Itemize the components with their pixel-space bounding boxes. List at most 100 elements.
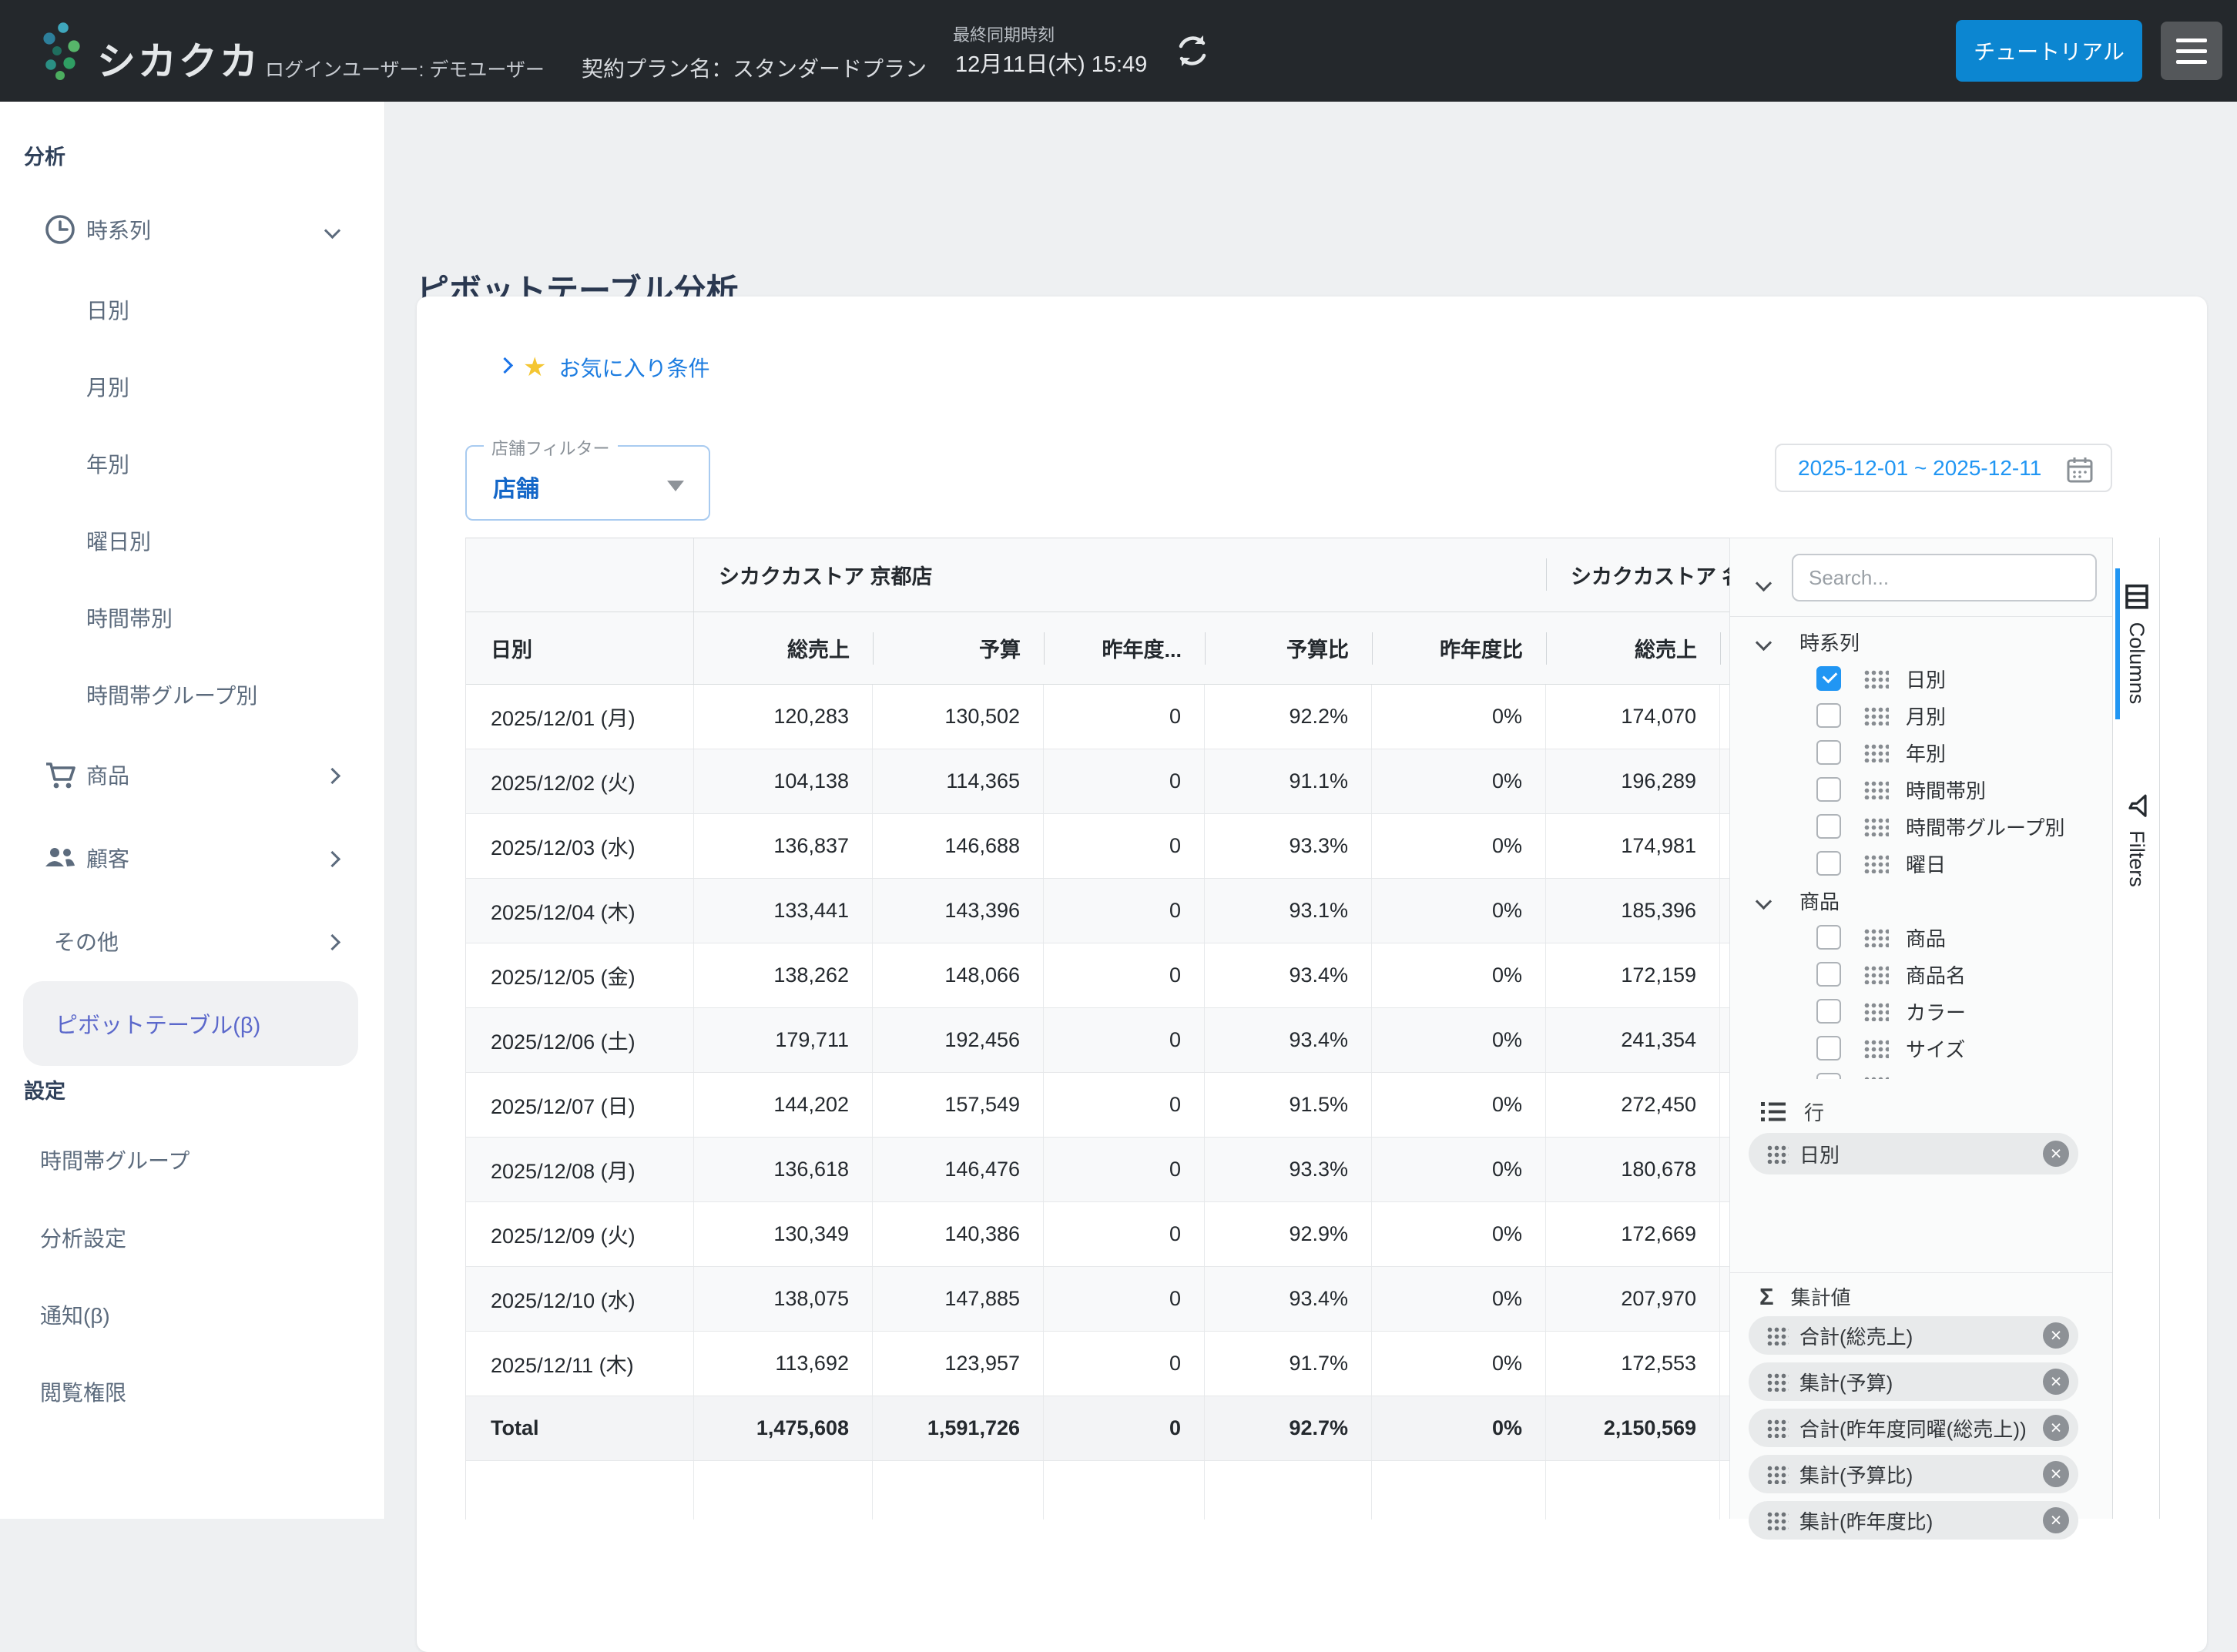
store-filter-select[interactable]: 店舗フィルター 店舗 — [465, 445, 710, 521]
sidebar-item-weekday[interactable]: 曜日別 — [0, 519, 384, 562]
drag-handle-icon — [1766, 1510, 1789, 1530]
value-cell: 192,456 — [873, 1008, 1044, 1072]
value-cell: 179,711 — [694, 1008, 873, 1072]
value-cell: 0% — [1372, 685, 1546, 749]
chevron-right-icon — [327, 762, 338, 787]
value-cell: 0 — [1044, 1138, 1205, 1201]
checkbox-checked[interactable] — [1816, 666, 1841, 691]
sidebar-item-pivot-table-active[interactable]: ピボットテーブル(β) — [23, 981, 358, 1066]
field-chip[interactable]: 合計(総売上)× — [1749, 1316, 2078, 1355]
sidebar-item-analysis-settings[interactable]: 分析設定 — [0, 1216, 384, 1259]
drag-handle-icon[interactable] — [1863, 816, 1889, 836]
drag-handle-icon[interactable] — [1863, 669, 1889, 689]
drag-handle-icon[interactable] — [1863, 779, 1889, 799]
column-header-lastyear-ratio[interactable]: 昨年度比 — [1372, 612, 1546, 684]
field-chip[interactable]: 集計(昨年度比)× — [1749, 1501, 2078, 1540]
tab-columns[interactable]: Columns — [2113, 568, 2161, 719]
table-row: 2025/12/08 (月)136,618146,476093.3%0%180,… — [466, 1138, 1895, 1202]
drag-handle-icon[interactable] — [1863, 705, 1889, 725]
refresh-icon[interactable] — [1174, 32, 1211, 69]
value-cell — [1372, 1461, 1546, 1520]
chevron-down-icon — [1758, 889, 1769, 913]
value-cell: 1,591,726 — [873, 1396, 1044, 1460]
sidebar-item-customer[interactable]: 顧客 — [0, 836, 384, 880]
field-item-label: 商品名 — [1906, 960, 1966, 989]
sidebar-item-product[interactable]: 商品 — [0, 753, 384, 796]
field-chip[interactable]: 日別× — [1749, 1133, 2078, 1174]
field-chip[interactable]: 集計(予算比)× — [1749, 1455, 2078, 1493]
field-item: 商品名 — [1730, 956, 2112, 993]
checkbox-unchecked[interactable] — [1816, 814, 1841, 839]
value-cell: 91.7% — [1205, 1332, 1372, 1396]
field-item-clipped — [1730, 1067, 2112, 1079]
table-row-empty — [466, 1461, 1895, 1520]
value-cell: 143,396 — [873, 879, 1044, 943]
remove-chip-icon[interactable]: × — [2043, 1461, 2069, 1487]
sidebar-item-other[interactable]: その他 — [0, 920, 384, 963]
value-cell: 133,441 — [694, 879, 873, 943]
checkbox-unchecked[interactable] — [1816, 703, 1841, 728]
value-cell: 0 — [1044, 1396, 1205, 1460]
sidebar-item-monthly[interactable]: 月別 — [0, 365, 384, 408]
drag-handle-icon[interactable] — [1863, 853, 1889, 873]
sidebar-item-hourly[interactable]: 時間帯別 — [0, 596, 384, 639]
menu-button[interactable] — [2161, 22, 2222, 80]
sidebar-section-analysis: 分析 — [24, 140, 65, 170]
column-header-budget[interactable]: 予算 — [873, 612, 1044, 684]
remove-chip-icon[interactable]: × — [2043, 1507, 2069, 1533]
drag-handle-icon[interactable] — [1863, 927, 1889, 947]
drag-handle-icon[interactable] — [1863, 964, 1889, 984]
value-cell: 114,365 — [873, 749, 1044, 813]
column-header-sales[interactable]: 総売上 — [694, 612, 873, 684]
checkbox-unchecked[interactable] — [1816, 777, 1841, 802]
date-range-button[interactable]: 2025-12-01 ~ 2025-12-11 — [1775, 444, 2112, 492]
remove-chip-icon[interactable]: × — [2043, 1322, 2069, 1349]
checkbox-unchecked[interactable] — [1816, 925, 1841, 950]
value-cell: 185,396 — [1546, 879, 1720, 943]
column-header-lastyear[interactable]: 昨年度... — [1044, 612, 1205, 684]
value-cell: 93.4% — [1205, 1267, 1372, 1331]
remove-chip-icon[interactable]: × — [2043, 1369, 2069, 1395]
column-header-store2-sales[interactable]: 総売上 — [1546, 612, 1720, 684]
field-item: カラー — [1730, 993, 2112, 1030]
sidebar-item-timeseries[interactable]: 時系列 — [0, 208, 384, 251]
sidebar-item-timezone-group[interactable]: 時間帯グループ — [0, 1138, 384, 1181]
drag-handle-icon[interactable] — [1863, 1001, 1889, 1021]
sidebar-item-daily[interactable]: 日別 — [0, 288, 384, 331]
field-item-label: サイズ — [1906, 1034, 1965, 1063]
field-group-1[interactable]: 商品 — [1730, 882, 2112, 919]
remove-chip-icon[interactable]: × — [2043, 1415, 2069, 1441]
field-chip[interactable]: 合計(昨年度同曜(総売上))× — [1749, 1409, 2078, 1447]
remove-chip-icon[interactable]: × — [2043, 1141, 2069, 1167]
value-cell: 172,669 — [1546, 1202, 1720, 1266]
sidebar-item-yearly[interactable]: 年別 — [0, 442, 384, 485]
drag-handle-icon[interactable] — [1863, 1038, 1889, 1058]
drag-handle-icon[interactable] — [1863, 742, 1889, 762]
checkbox-unchecked[interactable] — [1816, 851, 1841, 876]
tutorial-button[interactable]: チュートリアル — [1956, 20, 2142, 82]
drag-handle-icon — [1766, 1325, 1789, 1345]
favorites-toggle[interactable]: ★ お気に入り条件 — [499, 352, 710, 383]
sidebar-item-permission[interactable]: 閲覧権限 — [0, 1370, 384, 1413]
collapse-all-icon[interactable] — [1758, 571, 1769, 595]
field-group-0[interactable]: 時系列 — [1730, 623, 2112, 660]
field-item-label: 時間帯グループ別 — [1906, 813, 2064, 841]
field-item-label: 曜日 — [1906, 849, 1946, 878]
checkbox-unchecked[interactable] — [1816, 1036, 1841, 1061]
checkbox-unchecked[interactable] — [1816, 740, 1841, 765]
column-header-daily[interactable]: 日別 — [466, 612, 694, 684]
tab-filters[interactable]: Filters — [2113, 769, 2161, 912]
table-row: 2025/12/07 (日)144,202157,549091.5%0%272,… — [466, 1073, 1895, 1138]
search-input[interactable] — [1792, 554, 2097, 601]
sidebar-item-notification[interactable]: 通知(β) — [0, 1293, 384, 1336]
field-item-label: 商品 — [1906, 923, 1946, 952]
column-header-budget-ratio[interactable]: 予算比 — [1205, 612, 1372, 684]
checkbox-unchecked[interactable] — [1816, 962, 1841, 987]
value-cell: 0 — [1044, 1202, 1205, 1266]
value-cell: 174,981 — [1546, 814, 1720, 878]
checkbox-unchecked[interactable] — [1816, 1073, 1841, 1079]
sidebar-item-hourly-group[interactable]: 時間帯グループ別 — [0, 673, 384, 716]
checkbox-unchecked[interactable] — [1816, 999, 1841, 1024]
field-chip[interactable]: 集計(予算)× — [1749, 1362, 2078, 1401]
value-cell: 130,502 — [873, 685, 1044, 749]
